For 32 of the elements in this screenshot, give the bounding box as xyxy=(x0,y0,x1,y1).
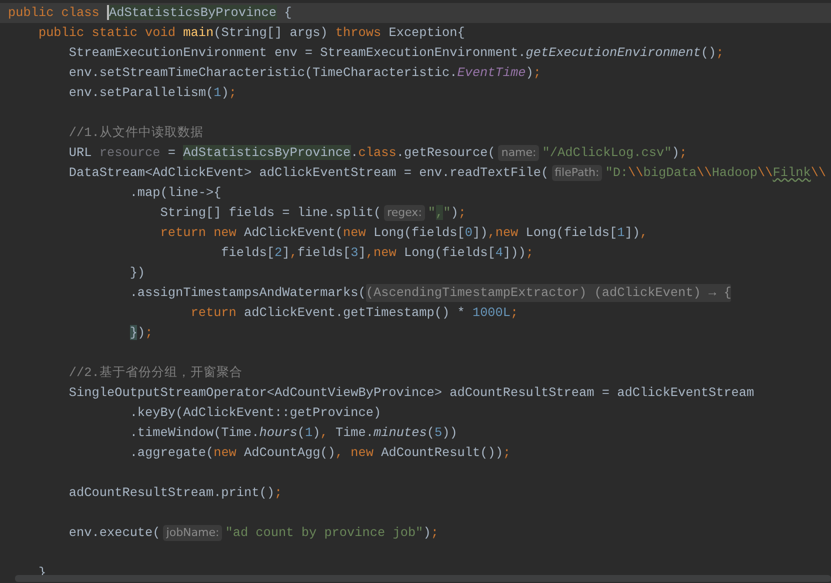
code-text: URL resource = AdStatisticsByProvince.class.getResource( xyxy=(68,144,496,162)
code-text: env.setStreamTimeCharacteristic(TimeCharacteristic.EventTime); xyxy=(68,64,541,82)
parameter-hint: jobName: xyxy=(163,525,222,541)
parameter-hint: regex: xyxy=(384,205,425,221)
code-text: .map(line->{ xyxy=(128,184,222,202)
code-text: fields[2],fields[3],new Long(fields[4])); xyxy=(220,244,534,262)
code-text: //2.基于省份分组，开窗聚合 xyxy=(68,364,242,382)
code-text: ","); xyxy=(428,204,466,222)
folded-code[interactable]: (AscendingTimestampExtractor) (adClickEvent) → { xyxy=(366,284,732,302)
code-text: .keyBy(AdClickEvent::getProvince) xyxy=(128,404,382,422)
code-text: .assignTimestampsAndWatermarks( xyxy=(128,284,366,302)
code-text: env.execute( xyxy=(68,524,160,542)
parameter-hint: filePath: xyxy=(552,165,602,181)
code-text: adCountResultStream.print(); xyxy=(68,484,282,502)
code-text: }) xyxy=(128,264,146,282)
code-text: StreamExecutionEnvironment env = StreamExecutionEnvironment.getExecutionEnvironment(); xyxy=(68,44,724,62)
code-text: .aggregate(new AdCountAgg(), new AdCountResult()); xyxy=(128,444,511,462)
code-text: public static void main(String[] args) throws Exception{ xyxy=(37,24,465,42)
code-text: }); xyxy=(128,324,153,342)
code-text: "D:\\bigData\\Hadoop\\Filnk\\ xyxy=(605,164,826,182)
code-text: //1.从文件中读取数据 xyxy=(68,124,204,142)
code-text: String[] fields = line.split( xyxy=(159,204,382,222)
code-text: SingleOutputStreamOperator<AdCountViewByProvince> adCountResultStream = adClickEventStream xyxy=(68,384,754,402)
code-text: .timeWindow(Time.hours(1), Time.minutes(5)) xyxy=(128,424,458,442)
code-text: return adClickEvent.getTimestamp() * 1000L; xyxy=(190,304,518,322)
code-text: DataStream<AdClickEvent> adClickEventStream = env.readTextFile( xyxy=(68,164,549,182)
code-text: "ad count by province job"); xyxy=(225,524,438,542)
parameter-hint: name: xyxy=(498,145,540,161)
code-text: return new AdClickEvent(new Long(fields[0]),new Long(fields[1]), xyxy=(159,224,648,242)
code-text: public class AdStatisticsByProvince { xyxy=(8,4,292,22)
code-text: "/AdClickLog.csv"); xyxy=(542,144,687,162)
code-text: env.setParallelism(1); xyxy=(68,84,236,102)
